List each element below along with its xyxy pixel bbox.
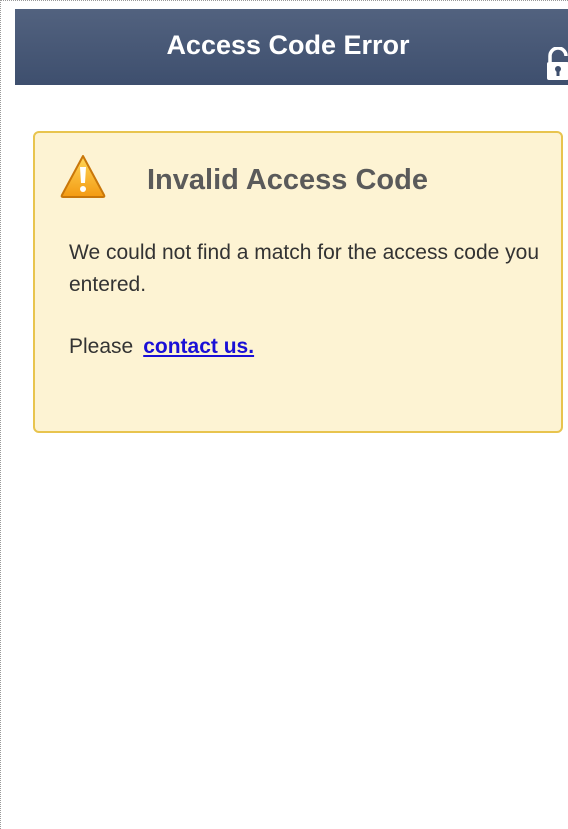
page-frame: Access Code Error Invalid Access Code We… bbox=[0, 0, 568, 829]
alert-message: We could not find a match for the access… bbox=[69, 241, 540, 296]
contact-us-link[interactable]: contact us. bbox=[143, 335, 254, 358]
lock-open-icon[interactable] bbox=[545, 47, 568, 81]
warning-icon bbox=[60, 155, 106, 198]
alert-title: Invalid Access Code bbox=[147, 164, 428, 196]
contact-line: Please contact us. bbox=[69, 331, 254, 363]
contact-prefix: Please bbox=[69, 335, 134, 358]
page-title: Access Code Error bbox=[166, 30, 410, 60]
page-header: Access Code Error bbox=[15, 9, 568, 85]
error-alert: Invalid Access Code We could not find a … bbox=[33, 131, 563, 433]
